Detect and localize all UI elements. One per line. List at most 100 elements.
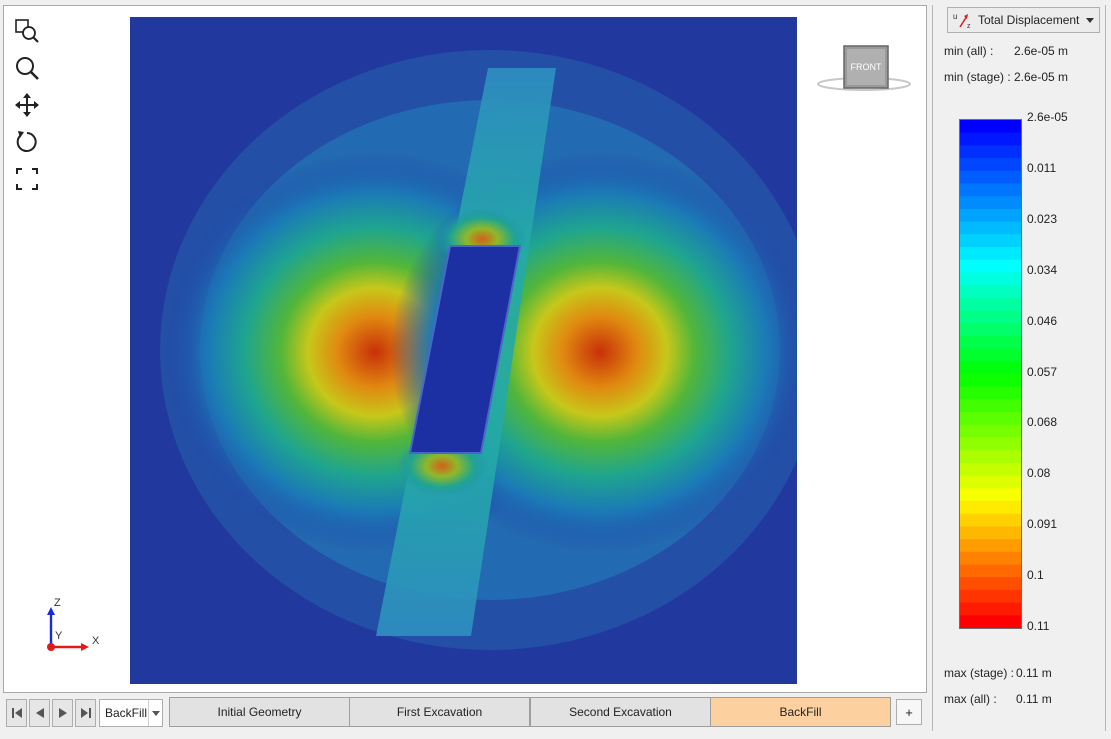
legend-color-step (960, 272, 1021, 286)
displacement-icon: u z (953, 12, 971, 30)
zoom-window-icon[interactable] (12, 16, 42, 46)
legend-color-step (960, 615, 1021, 628)
result-type-label: Total Displacement (978, 13, 1080, 27)
legend-color-step (960, 310, 1021, 324)
chevron-down-icon (1086, 17, 1094, 23)
triangle-left-icon (35, 708, 44, 718)
first-stage-button[interactable] (6, 699, 27, 727)
svg-text:u: u (953, 12, 957, 21)
fit-view-icon[interactable] (12, 164, 42, 194)
legend-color-step (960, 526, 1021, 540)
tab-second-excavation[interactable]: Second Excavation (530, 697, 711, 727)
legend-color-step (960, 424, 1021, 439)
axis-y-label: Y (55, 630, 63, 642)
legend-color-step (960, 437, 1021, 451)
zoom-icon[interactable] (12, 53, 42, 83)
legend-tick-label: 0.034 (1027, 262, 1058, 277)
model-viewport[interactable]: FRONT Z Y X (3, 5, 927, 693)
legend-color-step (960, 297, 1021, 312)
legend-tick-label: 0.11 (1027, 619, 1050, 633)
legend-color-step (960, 501, 1021, 515)
legend-tick-label: 2.6e-05 (1027, 110, 1068, 124)
max-stage-stat: max (stage) : 0.11 m (944, 666, 1052, 680)
legend-tick-label: 0.091 (1027, 517, 1058, 532)
tab-backfill[interactable]: BackFill (710, 697, 891, 727)
legend-color-step (960, 170, 1021, 185)
view-cube[interactable]: FRONT (816, 44, 912, 94)
legend-color-step (960, 475, 1021, 489)
legend-tick-label: 0.011 (1027, 160, 1057, 175)
min-stage-value: 2.6e-05 m (1014, 70, 1069, 84)
tab-label: Initial Geometry (217, 705, 302, 719)
legend-color-step (960, 234, 1021, 248)
legend-color-step (960, 412, 1021, 426)
result-legend-panel: u z Total Displacement min (all) : 2.6e-… (932, 5, 1106, 731)
stage-navigation-bar: BackFill Initial Geometry First Excavati… (3, 695, 925, 731)
max-stage-label: max (stage) : (944, 666, 1015, 680)
result-type-dropdown[interactable]: u z Total Displacement (947, 7, 1100, 33)
pan-icon[interactable] (12, 90, 42, 120)
max-all-label: max (all) : (944, 692, 997, 706)
color-legend-bar (959, 119, 1022, 629)
legend-tick-label: 0.1 (1027, 568, 1044, 583)
chevron-down-icon (148, 700, 162, 726)
view-toolbar (12, 16, 42, 201)
min-all-value: 2.6e-05 m (1014, 44, 1069, 58)
legend-color-step (960, 183, 1021, 197)
tab-label: Second Excavation (569, 705, 672, 719)
legend-tick-label: 0.046 (1027, 313, 1058, 328)
legend-color-step (960, 513, 1021, 527)
add-stage-button[interactable]: + (896, 699, 922, 725)
max-all-value: 0.11 m (1016, 692, 1052, 706)
legend-color-step (960, 551, 1021, 566)
skip-first-icon (11, 708, 22, 718)
legend-color-step (960, 259, 1021, 273)
tab-initial-geometry[interactable]: Initial Geometry (169, 697, 350, 727)
min-all-stat: min (all) : 2.6e-05 m (944, 44, 1068, 58)
stage-select-value: BackFill (105, 706, 148, 720)
min-stage-stat: min (stage) : 2.6e-05 m (944, 70, 1068, 84)
legend-color-step (960, 589, 1021, 604)
viewcube-label: FRONT (851, 62, 882, 72)
legend-color-step (960, 208, 1021, 223)
legend-color-step (960, 386, 1021, 400)
legend-color-step (960, 221, 1021, 235)
previous-stage-button[interactable] (29, 699, 50, 727)
legend-color-step (960, 462, 1021, 477)
legend-tick-label: 0.08 (1027, 466, 1051, 481)
legend-color-step (960, 247, 1021, 261)
displacement-contour-plot[interactable] (130, 17, 797, 684)
max-all-stat: max (all) : 0.11 m (944, 692, 1052, 706)
axis-triad: Z Y X (42, 597, 102, 658)
svg-text:z: z (967, 23, 971, 30)
legend-color-step (960, 602, 1021, 616)
legend-color-step (960, 374, 1021, 388)
legend-color-step (960, 539, 1021, 553)
last-stage-button[interactable] (75, 699, 96, 727)
legend-color-step (960, 348, 1021, 362)
axis-x-label: X (92, 635, 100, 647)
add-stage-label: + (905, 704, 913, 720)
next-stage-button[interactable] (52, 699, 73, 727)
legend-color-step (960, 196, 1021, 210)
triangle-right-icon (58, 708, 67, 718)
stage-select[interactable]: BackFill (99, 699, 163, 727)
rotate-icon[interactable] (12, 127, 42, 157)
legend-color-step (960, 564, 1021, 578)
min-all-label: min (all) : (944, 44, 994, 58)
legend-tick-label: 0.068 (1027, 415, 1058, 430)
skip-last-icon (80, 708, 91, 718)
legend-tick-label: 0.023 (1027, 211, 1058, 226)
legend-tick-label: 0.057 (1027, 364, 1058, 379)
legend-color-step (960, 450, 1021, 464)
min-stage-label: min (stage) : (944, 70, 1011, 84)
legend-color-step (960, 335, 1021, 350)
tab-first-excavation[interactable]: First Excavation (349, 697, 530, 727)
legend-color-step (960, 488, 1021, 502)
legend-color-step (960, 323, 1021, 337)
legend-color-step (960, 399, 1021, 413)
tab-label: BackFill (779, 705, 822, 719)
tab-label: First Excavation (396, 705, 483, 719)
legend-color-step (960, 120, 1021, 134)
legend-color-step (960, 158, 1021, 172)
